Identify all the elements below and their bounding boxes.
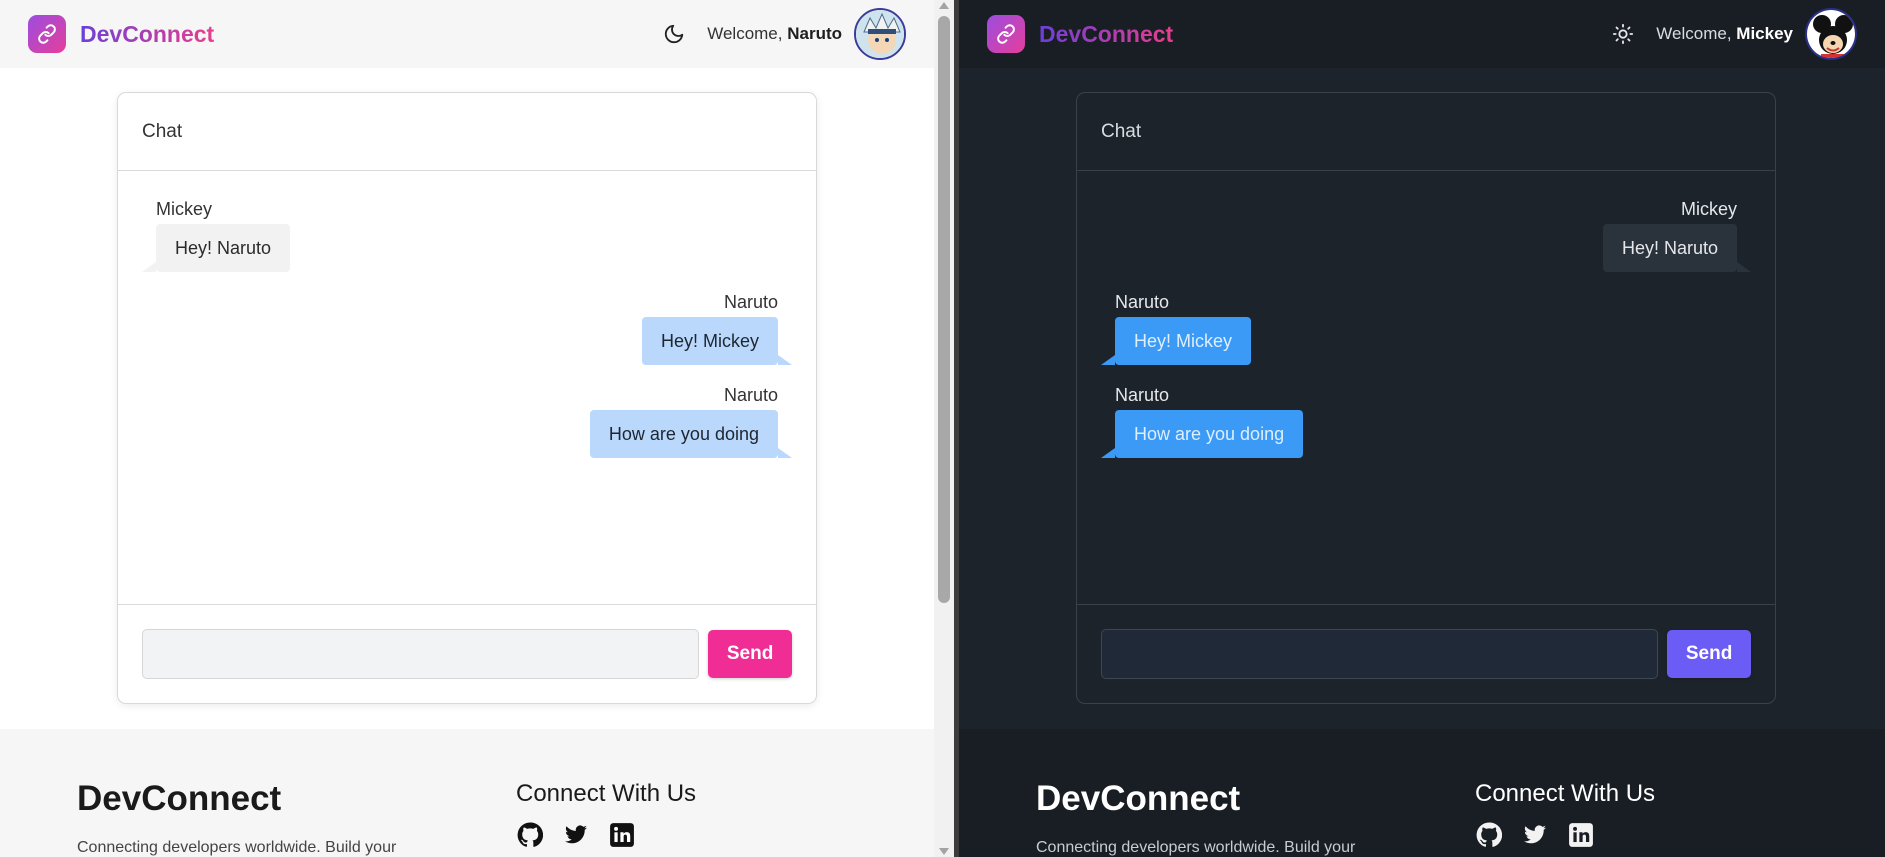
message-sender: Naruto: [723, 292, 778, 312]
username: Mickey: [1736, 24, 1793, 43]
scroll-up-icon[interactable]: [939, 2, 949, 9]
nav-right: Welcome, Naruto: [661, 8, 906, 60]
message-input[interactable]: [142, 629, 700, 679]
scrollbar[interactable]: [934, 0, 954, 857]
scrollbar-thumb[interactable]: [938, 16, 950, 603]
welcome-text: Welcome, Naruto: [707, 24, 842, 43]
message-sender: Naruto: [1115, 292, 1170, 312]
footer-brand: DevConnect: [77, 779, 282, 818]
connect-title: Connect With Us: [1475, 780, 1656, 807]
message-list: Mickey Hey! Naruto Naruto Hey! Mickey Na…: [118, 171, 816, 606]
send-button[interactable]: Send: [1667, 630, 1751, 678]
message-bubble: Hey! Mickey: [1100, 317, 1252, 365]
message-list: Mickey Hey! Naruto Naruto Hey! Mickey Na…: [1077, 171, 1775, 606]
message-bubble: Hey! Naruto: [1602, 224, 1752, 272]
brand-name[interactable]: DevConnect: [1039, 21, 1173, 48]
nav-right: Welcome, Mickey: [1610, 8, 1857, 60]
welcome-text: Welcome, Mickey: [1656, 24, 1793, 43]
message-composer: Send: [1077, 604, 1775, 703]
chat-window-dark: DevConnect Welcome, Mickey Chat Mickey H…: [959, 0, 1885, 857]
github-icon[interactable]: [516, 821, 544, 849]
message-input[interactable]: [1101, 629, 1659, 679]
footer-tagline: Connecting developers worldwide. Build y…: [77, 839, 397, 856]
chat-title: Chat: [118, 93, 816, 171]
moon-icon[interactable]: [661, 21, 687, 47]
message-composer: Send: [118, 604, 816, 703]
navbar: DevConnect Welcome, Naruto: [0, 0, 934, 68]
message-item: Naruto Hey! Mickey: [142, 292, 793, 365]
logo-icon[interactable]: [28, 15, 66, 53]
message-item: Naruto How are you doing: [1100, 385, 1751, 458]
footer-tagline: Connecting developers worldwide. Build y…: [1036, 839, 1356, 856]
send-button[interactable]: Send: [708, 630, 792, 678]
brand-name[interactable]: DevConnect: [80, 21, 214, 48]
message-item: Mickey Hey! Naruto: [1101, 199, 1752, 272]
social-links: [516, 821, 636, 849]
message-sender: Mickey: [1680, 199, 1737, 219]
page-footer: DevConnect Connecting developers worldwi…: [0, 729, 934, 857]
twitter-icon[interactable]: [562, 821, 590, 849]
navbar: DevConnect Welcome, Mickey: [959, 0, 1885, 68]
username: Naruto: [787, 24, 842, 43]
avatar[interactable]: [1805, 8, 1857, 60]
chat-window-light: DevConnect Welcome, Naruto Chat Mickey H…: [0, 0, 934, 857]
logo-icon[interactable]: [987, 15, 1025, 53]
message-sender: Naruto: [1115, 385, 1170, 405]
scroll-down-icon[interactable]: [939, 848, 949, 855]
message-bubble: How are you doing: [589, 410, 793, 458]
github-icon[interactable]: [1475, 821, 1503, 849]
linkedin-icon[interactable]: [608, 821, 636, 849]
message-item: Mickey Hey! Naruto: [141, 199, 792, 272]
chat-card: Chat Mickey Hey! Naruto Naruto Hey! Mick…: [117, 92, 817, 704]
page-footer: DevConnect Connecting developers worldwi…: [959, 729, 1885, 857]
connect-title: Connect With Us: [516, 780, 697, 807]
message-sender: Mickey: [156, 199, 213, 219]
message-bubble: How are you doing: [1100, 410, 1304, 458]
avatar[interactable]: [854, 8, 906, 60]
message-bubble: Hey! Mickey: [641, 317, 793, 365]
message-item: Naruto How are you doing: [142, 385, 793, 458]
sun-icon[interactable]: [1610, 21, 1636, 47]
message-sender: Naruto: [723, 385, 778, 405]
message-bubble: Hey! Naruto: [141, 224, 291, 272]
twitter-icon[interactable]: [1521, 821, 1549, 849]
social-links: [1475, 821, 1595, 849]
message-item: Naruto Hey! Mickey: [1100, 292, 1751, 365]
footer-brand: DevConnect: [1036, 779, 1241, 818]
linkedin-icon[interactable]: [1567, 821, 1595, 849]
chat-card: Chat Mickey Hey! Naruto Naruto Hey! Mick…: [1076, 92, 1776, 704]
chat-title: Chat: [1077, 93, 1775, 171]
